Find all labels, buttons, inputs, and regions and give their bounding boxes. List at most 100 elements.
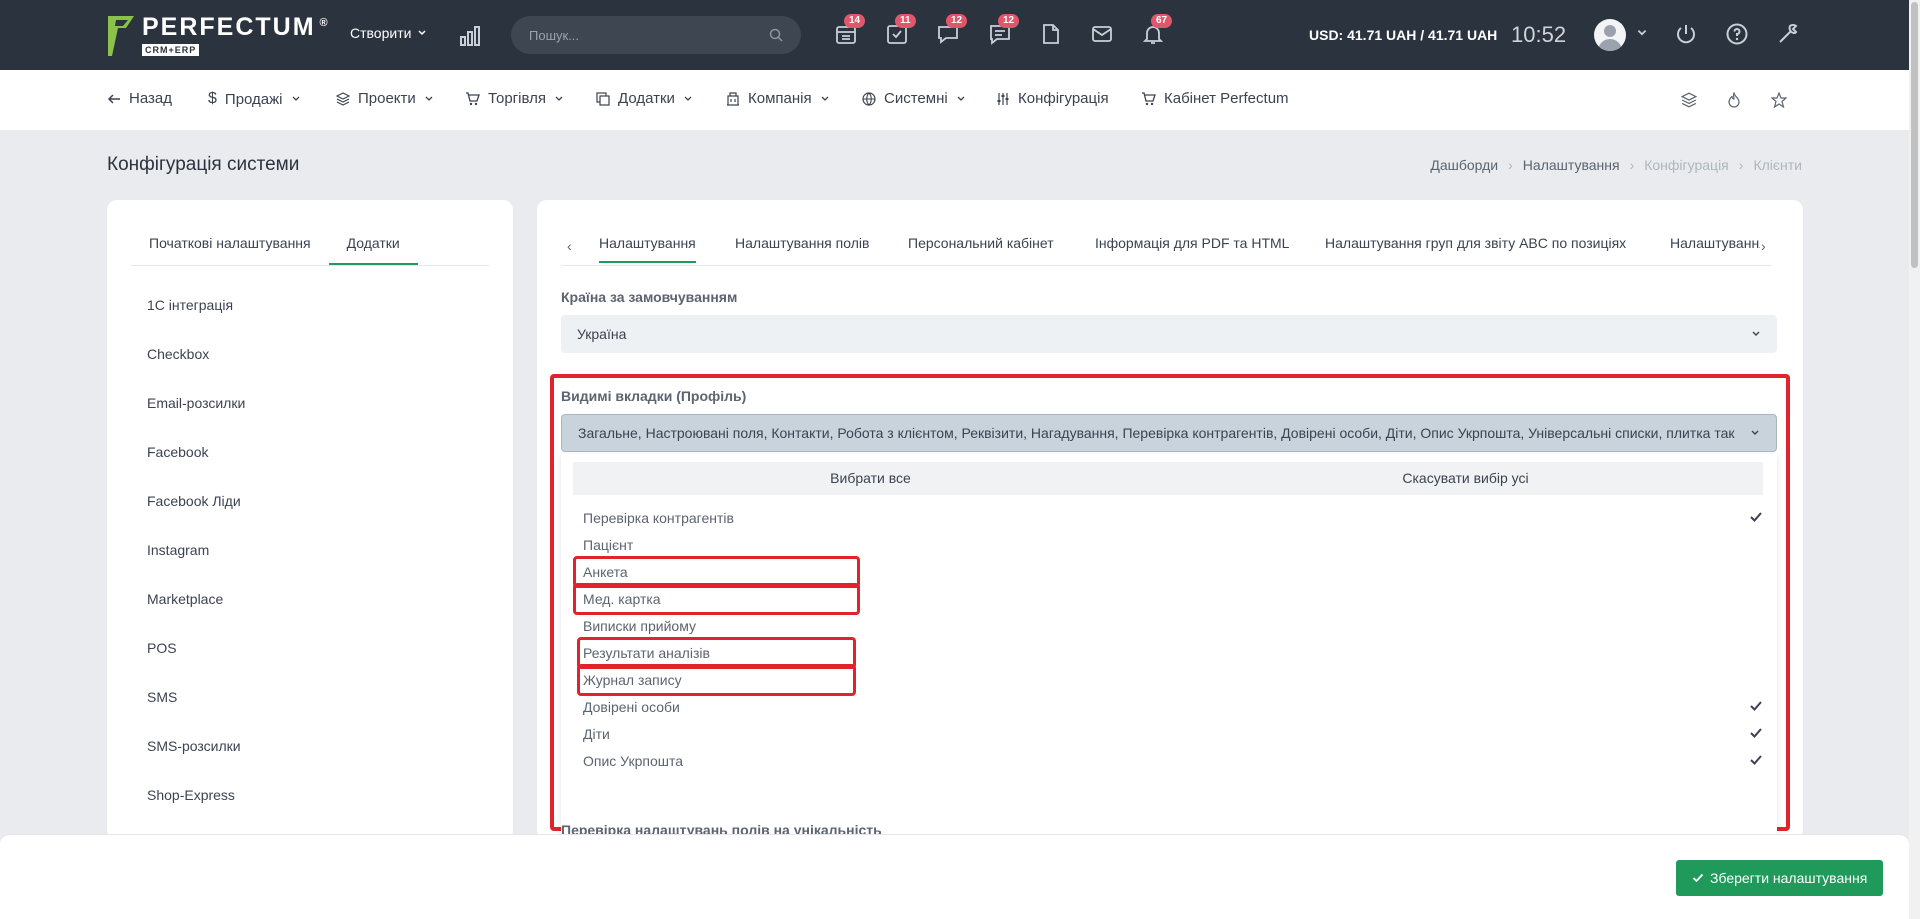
fire-icon[interactable] [1726, 92, 1742, 108]
tab-settings[interactable]: Налаштування [599, 235, 696, 263]
tab-personal-cabinet[interactable]: Персональний кабінет [908, 235, 1054, 251]
tab-abc-groups[interactable]: Налаштування груп для звіту ABC по позиц… [1325, 235, 1626, 251]
addon-item-facebook-leads[interactable]: Facebook Ліди [147, 493, 241, 509]
create-menu[interactable]: Створити [350, 25, 427, 41]
visible-tabs-select[interactable]: Загальне, Настроювані поля, Контакти, Ро… [561, 414, 1777, 452]
scrollbar-thumb[interactable] [1911, 2, 1918, 268]
main-panel: ‹ Налаштування Налаштування полів Персон… [537, 200, 1803, 840]
option-counterparty-check[interactable]: Перевірка контрагентів [583, 504, 1763, 531]
notifications-badge: 67 [1151, 14, 1173, 28]
save-button-label: Зберегти налаштування [1710, 870, 1868, 886]
option-reception-extracts[interactable]: Виписки прийому [583, 612, 1763, 639]
breadcrumb-settings[interactable]: Налаштування [1523, 157, 1620, 173]
breadcrumb-dashboards[interactable]: Дашборди [1430, 157, 1498, 173]
tab-pdf-html[interactable]: Інформація для PDF та HTML [1095, 235, 1289, 251]
addon-item-checkbox[interactable]: Checkbox [147, 346, 209, 362]
logo[interactable]: PERFECTUM ® CRM+ERP [106, 14, 328, 62]
country-select[interactable]: Україна [561, 315, 1777, 353]
help-icon[interactable] [1725, 22, 1751, 48]
option-trusted-persons[interactable]: Довірені особи [583, 693, 1763, 720]
avatar[interactable] [1594, 19, 1626, 51]
addon-item-shop-express[interactable]: Shop-Express [147, 787, 235, 803]
page-title: Конфігурація системи [107, 154, 300, 175]
addon-item-sms-mailing[interactable]: SMS-розсилки [147, 738, 241, 754]
page-scrollbar[interactable] [1909, 0, 1920, 919]
option-ukrposhta[interactable]: Опис Укрпошта [583, 747, 1763, 774]
chat-icon[interactable]: 12 [936, 14, 968, 48]
tab-addons[interactable]: Додатки [328, 226, 418, 265]
menu-addons[interactable]: Додатки [596, 90, 693, 107]
wrench-icon[interactable] [1776, 22, 1802, 48]
copy-icon [596, 91, 610, 106]
calendar-icon[interactable]: 14 [834, 14, 866, 48]
menu-back[interactable]: Назад [107, 90, 172, 107]
breadcrumb: Дашборди › Налаштування › Конфігурація ›… [1430, 157, 1802, 173]
deselect-all-button[interactable]: Скасувати вибір усі [1168, 462, 1763, 495]
bar-chart-icon[interactable] [458, 24, 482, 48]
highlight-appointment-log [577, 664, 856, 696]
tabs-prev-arrow-icon[interactable]: ‹ [567, 238, 572, 254]
tab-field-settings[interactable]: Налаштування полів [735, 235, 869, 251]
menu-sales-label: Продажі [224, 90, 283, 108]
cart-icon [466, 91, 480, 105]
layers-icon [336, 91, 350, 106]
menu-company-label: Компанія [748, 90, 812, 107]
addon-item-instagram[interactable]: Instagram [147, 542, 209, 558]
search-input[interactable] [529, 27, 769, 43]
menu-sales[interactable]: $ Продажі [208, 90, 301, 108]
tab-settings-more[interactable]: Налаштування [1670, 235, 1760, 251]
power-icon[interactable] [1674, 22, 1700, 48]
addon-item-marketplace[interactable]: Marketplace [147, 591, 223, 607]
create-label: Створити [350, 25, 412, 41]
option-patient[interactable]: Пацієнт [583, 531, 1763, 558]
tab-initial-settings[interactable]: Початкові налаштування [131, 226, 329, 265]
menu-system-label: Системні [884, 90, 948, 107]
dollar-icon: $ [208, 90, 217, 107]
tasks-badge: 11 [895, 14, 916, 28]
menu-system[interactable]: Системні [862, 90, 966, 107]
bell-icon[interactable]: 67 [1141, 14, 1173, 48]
messages-badge: 12 [998, 14, 1020, 28]
messages-icon[interactable]: 12 [988, 14, 1020, 48]
search-icon[interactable] [769, 28, 783, 42]
option-children[interactable]: Діти [583, 720, 1763, 747]
save-button[interactable]: Зберегти налаштування [1676, 860, 1884, 896]
chevron-down-icon [418, 30, 426, 36]
layers-icon[interactable] [1681, 92, 1697, 108]
tabs-next-arrow-icon[interactable]: › [1761, 238, 1766, 254]
chevron-down-icon [555, 96, 563, 101]
breadcrumb-config[interactable]: Конфігурація [1644, 157, 1729, 173]
top-header: PERFECTUM® CRM+ERP Створити 14 11 12 12 … [0, 0, 1909, 70]
menu-cabinet-label: Кабінет Perfectum [1164, 90, 1289, 107]
menu-config[interactable]: Конфігурація [996, 90, 1109, 107]
check-icon [1750, 728, 1762, 738]
document-icon[interactable] [1039, 22, 1065, 48]
chevron-down-icon [292, 96, 299, 101]
menu-projects-label: Проекти [358, 90, 416, 107]
addon-item-sms[interactable]: SMS [147, 689, 177, 705]
addon-item-email[interactable]: Email-розсилки [147, 395, 245, 411]
breadcrumb-separator: › [1629, 157, 1635, 173]
menu-projects[interactable]: Проекти [336, 90, 434, 107]
menu-cabinet[interactable]: Кабінет Perfectum [1141, 90, 1289, 107]
breadcrumb-separator: › [1738, 157, 1744, 173]
visible-tabs-dropdown: Вибрати все Скасувати вибір усі Перевірк… [561, 454, 1777, 834]
menu-trade[interactable]: Торгівля [465, 90, 564, 107]
main-menu: Назад $ Продажі Проекти Торгівля Додатки… [0, 70, 1909, 130]
menu-company[interactable]: Компанія [726, 90, 830, 107]
chat-badge: 12 [946, 14, 968, 28]
settings-tabs: ‹ Налаштування Налаштування полів Персон… [561, 226, 1771, 266]
menu-back-label: Назад [129, 90, 172, 107]
star-icon[interactable] [1771, 92, 1787, 108]
addon-item-1c[interactable]: 1С інтеграція [147, 297, 233, 313]
breadcrumb-clients: Клієнти [1753, 157, 1802, 173]
currency-rate: USD: 41.71 UAH / 41.71 UAH [1309, 27, 1498, 43]
select-all-button[interactable]: Вибрати все [573, 462, 1168, 495]
globe-icon [862, 91, 876, 106]
addon-item-pos[interactable]: POS [147, 640, 177, 656]
search-bar[interactable] [511, 16, 801, 54]
tasks-icon[interactable]: 11 [885, 14, 916, 48]
user-menu-chevron-icon[interactable] [1636, 26, 1648, 38]
mail-icon[interactable] [1090, 22, 1116, 48]
addon-item-facebook[interactable]: Facebook [147, 444, 208, 460]
